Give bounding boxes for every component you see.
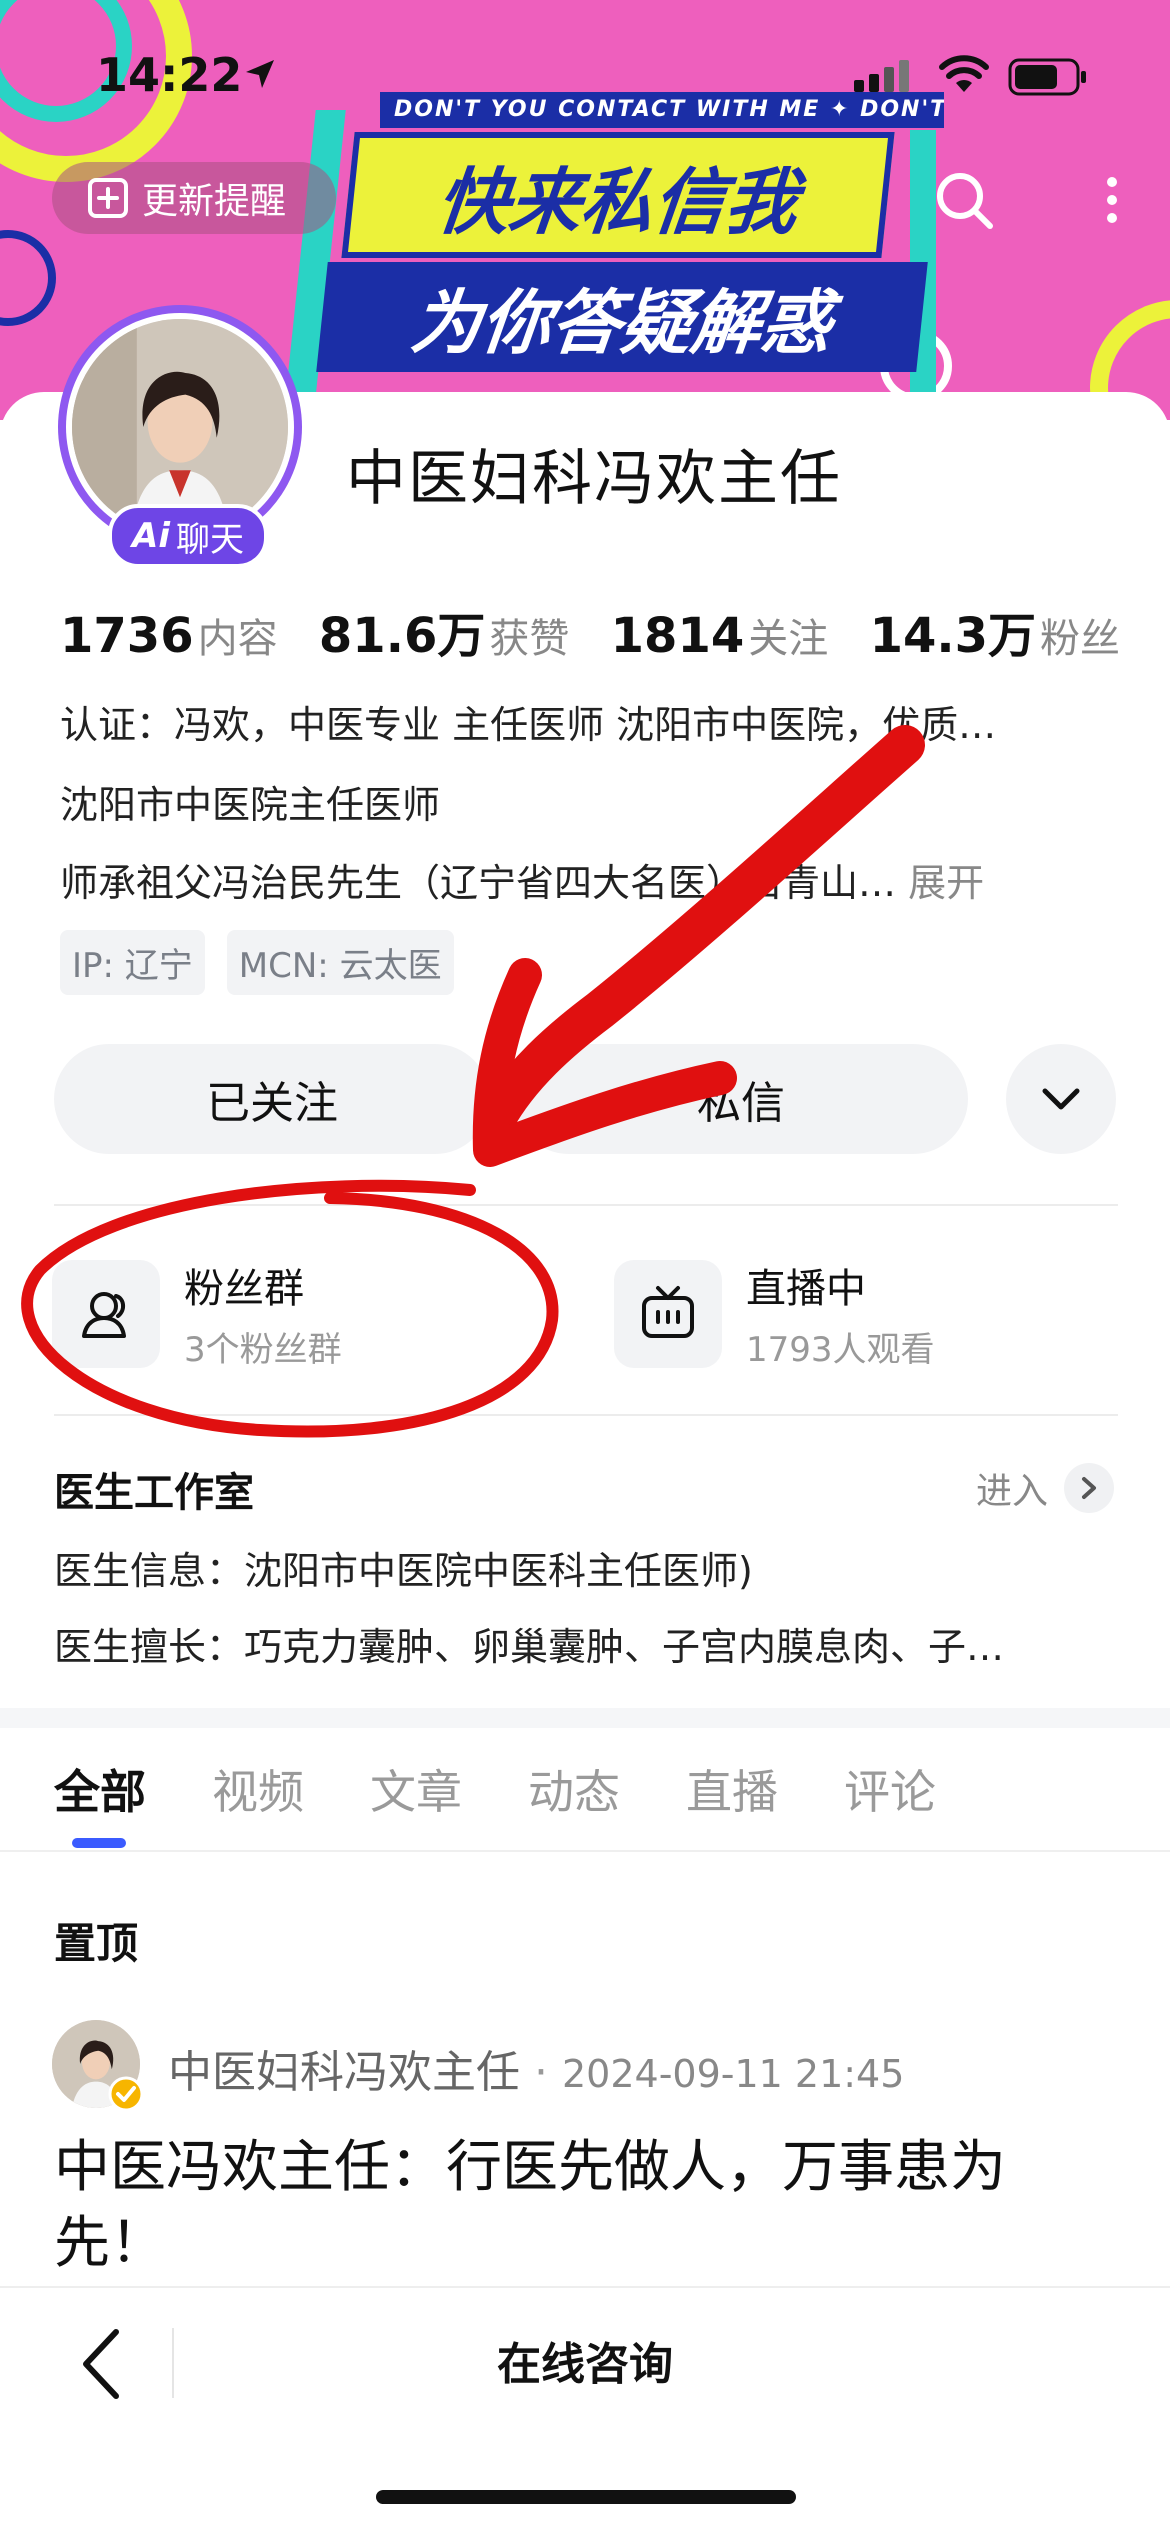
tv-icon: [642, 1285, 694, 1338]
content-tabs: 全部 视频 文章 动态 直播 评论: [54, 1756, 936, 1822]
bio-lineage: 师承祖父冯治民先生（辽宁省四大名医）石青山… 展开: [60, 852, 984, 907]
doctor-expertise: 医生擅长：巧克力囊肿、卵巢囊肿、子宫内膜息肉、子…: [54, 1625, 1005, 1669]
bio-certification: 认证：冯欢，中医专业 主任医师 沈阳市中医院，优质…: [60, 703, 997, 747]
studio-enter-label: 进入: [976, 1471, 1049, 1512]
message-button[interactable]: 私信: [514, 1044, 968, 1154]
tab-all[interactable]: 全部: [54, 1756, 146, 1822]
fan-group-subtitle: 3个粉丝群: [184, 1330, 342, 1370]
profile-name: 中医妇科冯欢主任: [346, 444, 842, 514]
post-meta: 中医妇科冯欢主任 · 2024-09-11 21:45: [168, 2047, 905, 2098]
bio-lineage-text: 师承祖父冯治民先生（辽宁省四大名医）石青山…: [60, 861, 897, 905]
ai-badge-label: 聊天: [175, 519, 244, 560]
profile-actions: 已关注 私信: [54, 1044, 1118, 1154]
stat-followers[interactable]: 14.3万 粉丝: [870, 596, 1120, 666]
banner-headline-2: 为你答疑解惑: [316, 262, 928, 372]
stat-label: 关注: [748, 616, 829, 662]
live-viewers: 1793人观看: [746, 1330, 935, 1370]
verified-badge-icon: [108, 2076, 144, 2112]
bio-expand-link[interactable]: 展开: [908, 861, 984, 905]
live-icon-box: [614, 1259, 722, 1368]
search-icon[interactable]: [932, 168, 996, 232]
stat-value: 1814: [610, 608, 745, 664]
online-consult-button[interactable]: 在线咨询: [0, 2328, 1170, 2392]
post-date: 2024-09-11 21:45: [561, 2052, 905, 2096]
stat-content[interactable]: 1736 内容: [60, 606, 278, 664]
home-indicator: [376, 2490, 796, 2504]
cellular-signal-icon: [854, 60, 909, 92]
studio-enter-link[interactable]: 进入: [976, 1462, 1115, 1514]
tab-dynamic[interactable]: 动态: [528, 1756, 620, 1822]
stat-likes[interactable]: 81.6万 获赞: [319, 596, 569, 666]
fan-group-entry[interactable]: 粉丝群 3个粉丝群: [52, 1256, 342, 1371]
update-reminder-label: 更新提醒: [142, 181, 287, 222]
update-reminder-button[interactable]: 更新提醒: [52, 162, 336, 234]
profile-tags: IP: 辽宁 MCN: 云太医: [60, 930, 454, 995]
section-divider: [54, 1204, 1118, 1206]
add-reminder-icon: [88, 178, 128, 218]
ai-badge-prefix: Ai: [132, 516, 170, 556]
profile-stats: 1736 内容 81.6万 获赞 1814 关注 14.3万 粉丝: [60, 596, 1120, 664]
status-bar: 14:22: [0, 0, 1170, 150]
live-title: 直播中: [746, 1266, 866, 1312]
stat-value: 81.6万: [318, 608, 486, 664]
tag-ip: IP: 辽宁: [60, 930, 205, 995]
avatar-photo: [72, 319, 288, 535]
studio-title: 医生工作室: [54, 1470, 254, 1516]
stat-label: 粉丝: [1040, 616, 1120, 662]
live-entry[interactable]: 直播中 1793人观看: [614, 1256, 935, 1371]
tabs-divider: [0, 1850, 1170, 1852]
tab-live[interactable]: 直播: [686, 1756, 778, 1822]
post-author-name[interactable]: 中医妇科冯欢主任: [168, 2047, 520, 2098]
location-arrow-icon: [246, 60, 274, 88]
section-divider: [54, 1414, 1118, 1416]
stat-label: 内容: [197, 616, 278, 662]
fan-group-icon-box: [52, 1259, 160, 1368]
stat-following[interactable]: 1814 关注: [611, 606, 829, 664]
stat-label: 获赞: [489, 616, 570, 662]
tab-comments[interactable]: 评论: [844, 1756, 936, 1822]
ai-chat-badge[interactable]: Ai 聊天: [108, 504, 268, 568]
stat-value: 1736: [60, 608, 194, 664]
banner-ring-decoration: [0, 230, 56, 326]
tab-video[interactable]: 视频: [212, 1756, 304, 1822]
fan-group-title: 粉丝群: [184, 1266, 304, 1312]
expand-actions-button[interactable]: [1006, 1044, 1116, 1154]
tab-article[interactable]: 文章: [370, 1756, 462, 1822]
active-tab-indicator: [72, 1838, 126, 1848]
banner-headline-1: 快来私信我: [341, 132, 895, 258]
battery-icon: [1008, 58, 1086, 96]
chevron-right-icon: [1064, 1463, 1115, 1513]
tag-mcn[interactable]: MCN: 云太医: [226, 930, 454, 995]
wifi-icon: [939, 55, 989, 92]
bio-position: 沈阳市中医院主任医师: [60, 783, 441, 827]
more-options-icon[interactable]: [1092, 168, 1132, 232]
followed-button[interactable]: 已关注: [54, 1044, 490, 1154]
pinned-label: 置顶: [54, 1919, 139, 1968]
stat-value: 14.3万: [869, 608, 1036, 664]
section-gap: [0, 1708, 1170, 1728]
status-time: 14:22: [96, 48, 243, 102]
chevron-down-icon: [1042, 1088, 1080, 1110]
person-portrait-icon: [72, 319, 288, 535]
post-title[interactable]: 中医冯欢主任：行医先做人，万事患为先！: [54, 2130, 1114, 2282]
doctor-info: 医生信息：沈阳市中医院中医科主任医师): [54, 1549, 753, 1593]
group-icon: [82, 1291, 126, 1338]
